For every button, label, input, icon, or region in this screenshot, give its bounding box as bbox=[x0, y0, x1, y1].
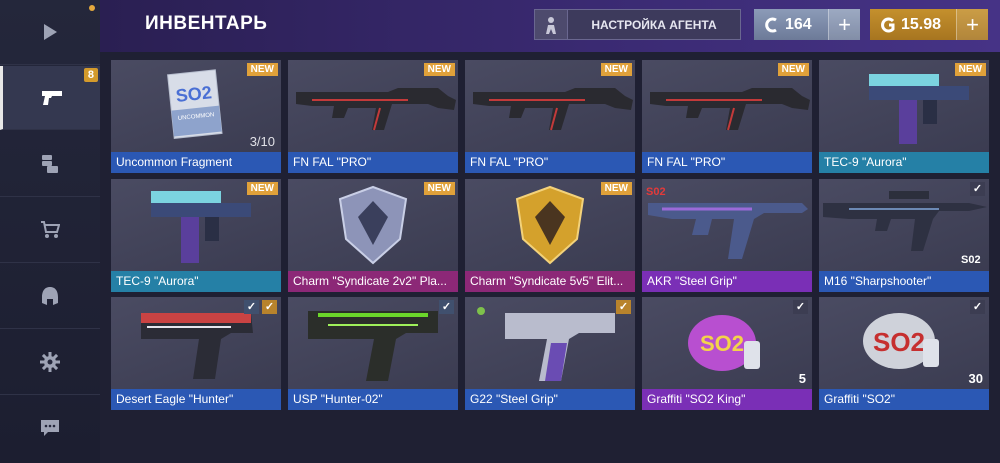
checkbox[interactable]: ✓ bbox=[970, 300, 985, 314]
item-name: FN FAL "PRO" bbox=[642, 152, 812, 173]
item-card[interactable]: NEW FN FAL "PRO" bbox=[288, 60, 458, 173]
graffiti-plain-text: SO2 bbox=[873, 327, 925, 357]
gold-amount: 15.98 bbox=[901, 15, 942, 33]
item-name: Charm "Syndicate 5v5" Elit... bbox=[465, 271, 635, 292]
item-card[interactable]: NEW FN FAL "PRO" bbox=[465, 60, 635, 173]
item-card[interactable]: SO2 ✓ 30 Graffiti "SO2" bbox=[819, 297, 989, 410]
item-card[interactable]: S02 AKR "Steel Grip" bbox=[642, 179, 812, 292]
item-card[interactable]: NEW TEC-9 "Aurora" bbox=[819, 60, 989, 173]
item-name: Uncommon Fragment bbox=[111, 152, 281, 173]
sidebar-item-inventory[interactable]: 8 bbox=[0, 66, 100, 130]
favorite-checkbox[interactable]: ✓ bbox=[616, 300, 631, 314]
cart-icon bbox=[41, 221, 60, 238]
item-card[interactable]: SO2 UNCOMMON NEW 3/10 Uncommon Fragment bbox=[111, 60, 281, 173]
svg-text:SO2: SO2 bbox=[175, 82, 213, 106]
new-badge: NEW bbox=[777, 63, 809, 76]
favorite-checkbox[interactable]: ✓ bbox=[262, 300, 277, 314]
svg-text:S02: S02 bbox=[646, 186, 666, 198]
graffiti-king-text: SO2 bbox=[700, 331, 744, 356]
agent-icon bbox=[535, 10, 568, 39]
item-name: Desert Eagle "Hunter" bbox=[111, 389, 281, 410]
chat-icon bbox=[41, 420, 59, 436]
item-card[interactable]: NEW Charm "Syndicate 2v2" Pla... bbox=[288, 179, 458, 292]
item-card[interactable]: ✓ USP "Hunter-02" bbox=[288, 297, 458, 410]
item-name: FN FAL "PRO" bbox=[288, 152, 458, 173]
svg-text:S02: S02 bbox=[961, 254, 981, 266]
agent-settings-label: НАСТРОЙКА АГЕНТА bbox=[591, 17, 717, 32]
item-name: G22 "Steel Grip" bbox=[465, 389, 635, 410]
header-bar: ИНВЕНТАРЬ НАСТРОЙКА АГЕНТА 164 + 15.98 + bbox=[100, 0, 1000, 52]
new-badge: NEW bbox=[600, 182, 632, 195]
fragment-quantity: 3/10 bbox=[249, 134, 275, 149]
new-badge: NEW bbox=[246, 63, 278, 76]
helmet-icon bbox=[42, 287, 58, 305]
gear-icon bbox=[40, 352, 60, 372]
item-name: TEC-9 "Aurora" bbox=[111, 271, 281, 292]
new-badge: NEW bbox=[423, 63, 455, 76]
item-name: Graffiti "SO2 King" bbox=[642, 389, 812, 410]
add-gold-button[interactable]: + bbox=[956, 9, 988, 40]
pistol-icon bbox=[41, 90, 62, 105]
graffiti-image: SO2 bbox=[863, 313, 939, 369]
item-card[interactable]: ✓ ✓ Desert Eagle "Hunter" bbox=[111, 297, 281, 410]
page-title: ИНВЕНТАРЬ bbox=[145, 13, 268, 34]
item-card[interactable]: S02 ✓ M16 "Sharpshooter" bbox=[819, 179, 989, 292]
agent-settings-button[interactable]: НАСТРОЙКА АГЕНТА bbox=[534, 9, 741, 40]
silver-amount: 164 bbox=[785, 15, 812, 33]
item-quantity: 5 bbox=[798, 371, 806, 386]
sidebar-item-clan[interactable] bbox=[0, 264, 100, 329]
checkbox[interactable]: ✓ bbox=[244, 300, 259, 314]
item-card[interactable]: NEW Charm "Syndicate 5v5" Elit... bbox=[465, 179, 635, 292]
play-icon bbox=[44, 24, 57, 40]
silver-coin-icon bbox=[765, 17, 777, 32]
inventory-count-badge: 8 bbox=[83, 68, 98, 82]
sidebar-item-chat[interactable] bbox=[0, 396, 100, 460]
rifle-image: S02 bbox=[646, 186, 808, 259]
coins-icon bbox=[42, 155, 58, 173]
new-badge: NEW bbox=[246, 182, 278, 195]
item-name: Graffiti "SO2" bbox=[819, 389, 989, 410]
new-badge: NEW bbox=[600, 63, 632, 76]
item-name: FN FAL "PRO" bbox=[465, 152, 635, 173]
gold-coin-icon bbox=[881, 17, 895, 32]
item-name: TEC-9 "Aurora" bbox=[819, 152, 989, 173]
silver-currency: 164 + bbox=[754, 9, 860, 40]
item-name: USP "Hunter-02" bbox=[288, 389, 458, 410]
inventory-grid: SO2 UNCOMMON NEW 3/10 Uncommon Fragment … bbox=[100, 52, 1000, 463]
item-card[interactable]: SO2 ✓ 5 Graffiti "SO2 King" bbox=[642, 297, 812, 410]
item-name: AKR "Steel Grip" bbox=[642, 271, 812, 292]
new-badge: NEW bbox=[423, 182, 455, 195]
new-badge: NEW bbox=[954, 63, 986, 76]
pistol-image bbox=[308, 311, 438, 381]
checkbox[interactable]: ✓ bbox=[439, 300, 454, 314]
item-card[interactable]: NEW TEC-9 "Aurora" bbox=[111, 179, 281, 292]
item-name: Charm "Syndicate 2v2" Pla... bbox=[288, 271, 458, 292]
item-card[interactable]: ✓ G22 "Steel Grip" bbox=[465, 297, 635, 410]
item-name: M16 "Sharpshooter" bbox=[819, 271, 989, 292]
checkbox[interactable]: ✓ bbox=[793, 300, 808, 314]
sidebar-item-cases[interactable] bbox=[0, 132, 100, 197]
gold-currency: 15.98 + bbox=[870, 9, 988, 40]
sidebar-item-market[interactable] bbox=[0, 198, 100, 263]
item-card[interactable]: NEW FN FAL "PRO" bbox=[642, 60, 812, 173]
sidebar-item-settings[interactable] bbox=[0, 330, 100, 395]
sidebar: 8 bbox=[0, 0, 100, 463]
add-silver-button[interactable]: + bbox=[828, 9, 860, 40]
rifle-image: S02 bbox=[823, 191, 987, 266]
graffiti-image: SO2 bbox=[688, 315, 760, 371]
sidebar-item-play[interactable] bbox=[0, 0, 100, 65]
item-quantity: 30 bbox=[968, 371, 983, 386]
pistol-image bbox=[477, 307, 615, 381]
checkbox[interactable]: ✓ bbox=[970, 182, 985, 196]
